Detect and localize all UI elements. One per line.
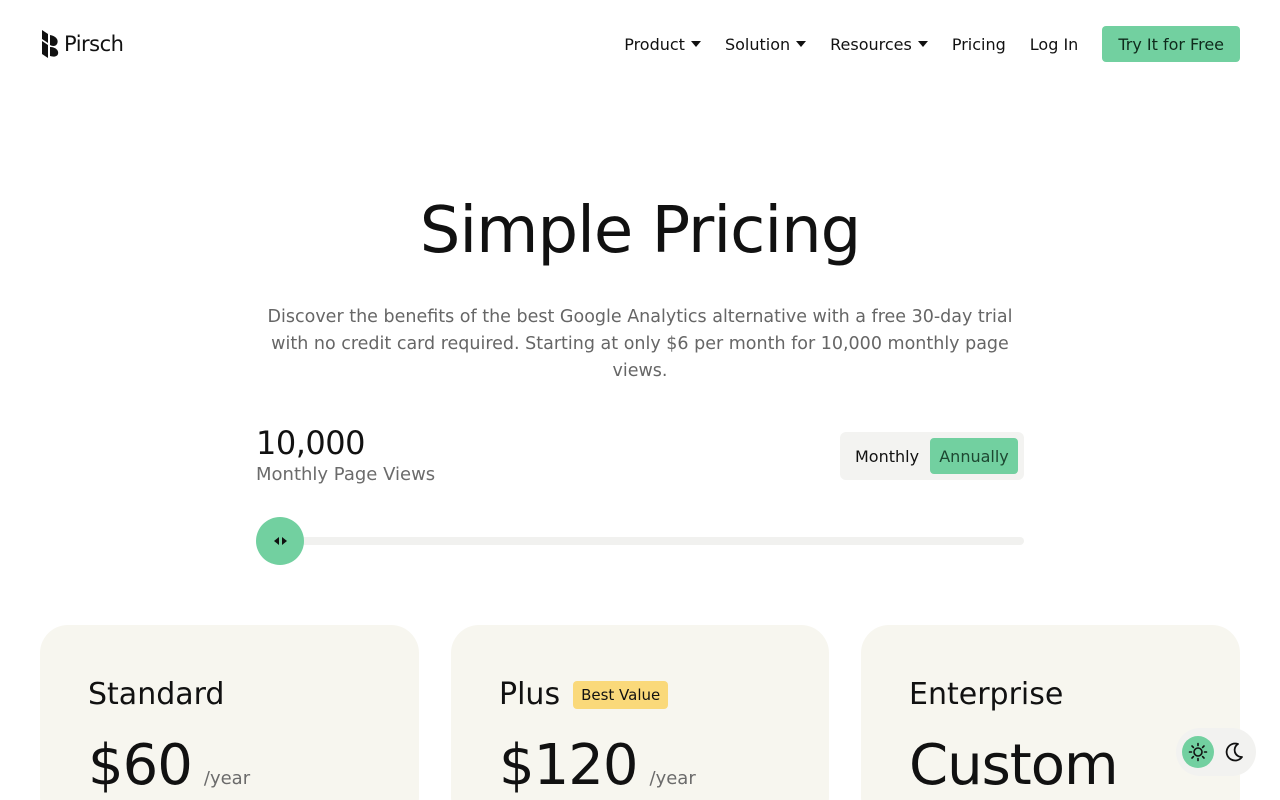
billing-toggle: Monthly Annually — [840, 432, 1024, 480]
nav-resources[interactable]: Resources — [830, 35, 928, 54]
plan-price: $120 /year — [499, 733, 696, 798]
pirsch-logo[interactable]: Pirsch — [40, 30, 124, 58]
dark-mode-button[interactable] — [1222, 740, 1246, 764]
nav-solution-label: Solution — [724, 34, 791, 54]
chevron-down-icon — [690, 41, 701, 47]
sun-icon — [1188, 742, 1208, 762]
page-views-label: Monthly Page Views — [256, 464, 436, 485]
nav-login[interactable]: Log In — [1030, 35, 1079, 54]
plan-card-plus: Plus Best Value $120 /year — [451, 625, 829, 800]
main-nav: Product Solution Resources Pricing Log I… — [624, 26, 1240, 62]
plan-price: Custom — [909, 733, 1119, 798]
theme-switch — [1176, 728, 1256, 776]
plan-name-row: Plus Best Value — [499, 677, 669, 712]
billing-monthly-option[interactable]: Monthly — [847, 438, 927, 474]
nav-resources-label: Resources — [830, 34, 912, 54]
nav-product[interactable]: Product — [624, 35, 701, 54]
plan-price: $60 /year — [88, 733, 250, 798]
plan-name: Standard — [88, 677, 225, 712]
plan-name: Enterprise — [909, 677, 1064, 712]
billing-annually-option[interactable]: Annually — [930, 438, 1018, 474]
page-views-value: 10,000 — [256, 424, 365, 462]
best-value-badge: Best Value — [573, 680, 669, 709]
brand-name: Pirsch — [64, 32, 124, 56]
page-subtitle: Discover the benefits of the best Google… — [267, 307, 1013, 381]
plan-card-standard: Standard $60 /year — [40, 625, 419, 800]
plan-price-value: $60 — [88, 733, 193, 798]
page-title: Simple Pricing — [419, 194, 862, 268]
arrow-right-icon — [281, 537, 287, 545]
moon-icon — [1225, 742, 1243, 762]
plan-price-value: Custom — [909, 733, 1119, 798]
arrow-left-icon — [273, 537, 279, 545]
try-free-button[interactable]: Try It for Free — [1102, 26, 1240, 62]
chevron-down-icon — [917, 41, 928, 47]
site-header: Pirsch Product Solution Resources Pricin… — [0, 0, 1280, 88]
pirsch-logo-icon — [42, 30, 59, 58]
chevron-down-icon — [796, 41, 807, 47]
page-views-slider-track[interactable] — [256, 537, 1024, 545]
plan-name: Plus — [499, 677, 561, 712]
plan-card-enterprise: Enterprise Custom — [861, 625, 1240, 800]
plan-price-value: $120 — [499, 733, 639, 798]
light-mode-button[interactable] — [1182, 736, 1214, 768]
plan-price-period: /year — [649, 768, 696, 789]
nav-pricing[interactable]: Pricing — [952, 35, 1006, 54]
nav-solution[interactable]: Solution — [724, 34, 807, 54]
plan-price-period: /year — [203, 768, 251, 789]
page-views-slider-handle[interactable] — [256, 517, 304, 565]
nav-product-label: Product — [624, 34, 685, 54]
